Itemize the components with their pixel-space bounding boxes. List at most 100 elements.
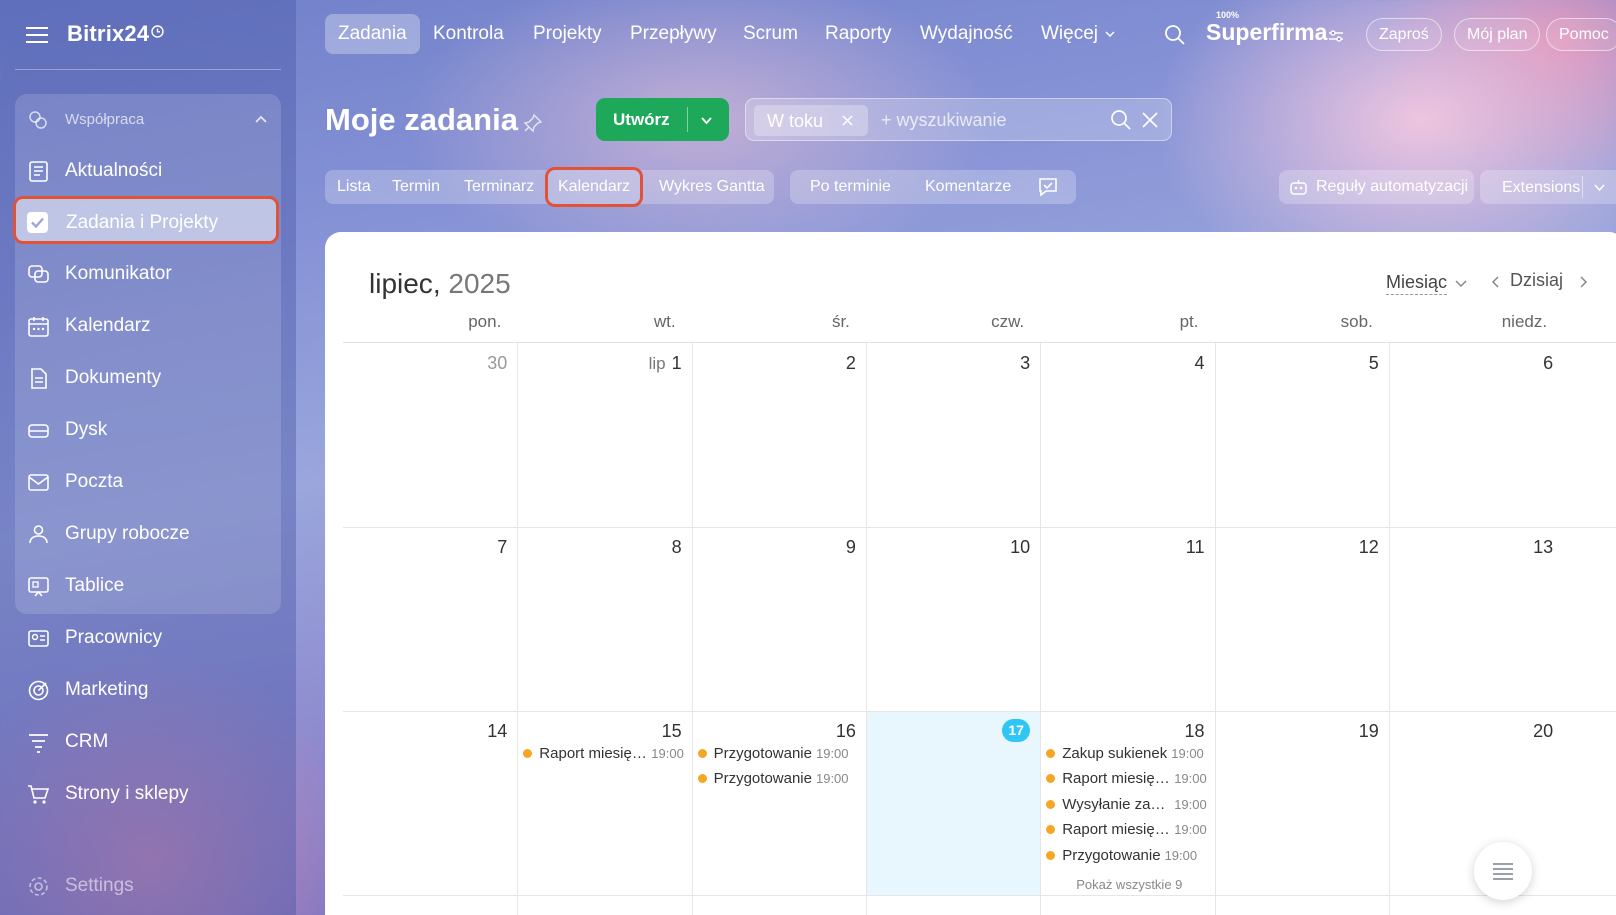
- hamburger-menu-icon[interactable]: [26, 25, 48, 45]
- day-number[interactable]: lip 1: [517, 353, 682, 374]
- tab-reports[interactable]: Raporty: [825, 14, 892, 54]
- sidebar-item-documents[interactable]: Dokumenty: [15, 354, 281, 402]
- comments-button[interactable]: Komentarze: [925, 170, 1011, 204]
- sidebar-item-employees[interactable]: Pracownicy: [15, 614, 281, 662]
- tab-flows[interactable]: Przepływy: [630, 14, 717, 54]
- day-number[interactable]: 13: [1389, 537, 1553, 558]
- filter-search-box[interactable]: W toku: [745, 98, 1172, 141]
- app-logo[interactable]: Bitrix24: [67, 21, 149, 47]
- event-time: 19:00: [1174, 822, 1207, 837]
- chevron-down-icon[interactable]: [699, 113, 714, 128]
- calendar-event[interactable]: Przygotowanie 19:00: [697, 742, 862, 764]
- event-time: 19:00: [1174, 796, 1207, 812]
- view-tab-list[interactable]: Lista: [337, 170, 371, 204]
- day-number[interactable]: 19: [1215, 721, 1379, 742]
- sidebar-item-marketing[interactable]: Marketing: [15, 666, 281, 714]
- view-tab-calendar[interactable]: Kalendarz: [545, 167, 644, 207]
- tab-more[interactable]: Więcej: [1041, 14, 1116, 54]
- calendar-event[interactable]: Raport miesięczny19:00: [523, 742, 687, 764]
- sidebar-item-settings[interactable]: Settings: [15, 862, 281, 910]
- invite-button[interactable]: Zaproś: [1366, 18, 1442, 51]
- day-number[interactable]: 18: [1040, 721, 1204, 742]
- chevron-right-icon[interactable]: [1576, 275, 1590, 289]
- sidebar-item-news[interactable]: Aktualności: [15, 147, 281, 195]
- calendar-event[interactable]: Zakup sukienek 19:00: [1046, 742, 1210, 764]
- view-tab-gantt[interactable]: Wykres Gantta: [659, 170, 765, 204]
- settings-sliders-icon[interactable]: [1327, 27, 1345, 45]
- chat-check-icon[interactable]: [1037, 176, 1059, 198]
- event-time: 19:00: [815, 745, 849, 761]
- day-number[interactable]: 14: [343, 721, 507, 742]
- day-number[interactable]: 2: [692, 353, 856, 374]
- event-title: Przygotowanie: [713, 770, 812, 787]
- day-number[interactable]: 16: [692, 721, 856, 742]
- week-divider: [343, 527, 1616, 528]
- day-number[interactable]: 30: [343, 353, 507, 374]
- calendar-event[interactable]: Wysyłanie zaproszeń19:00: [1046, 793, 1210, 815]
- filter-chip-in-progress[interactable]: W toku: [754, 105, 868, 136]
- sidebar-item-mail[interactable]: Poczta: [15, 458, 281, 506]
- day-number[interactable]: 9: [692, 537, 856, 558]
- day-number[interactable]: 15: [517, 721, 682, 742]
- day-number[interactable]: 11: [1040, 537, 1205, 558]
- day-divider: [1040, 343, 1042, 915]
- view-tab-deadline[interactable]: Termin: [392, 170, 440, 204]
- clear-icon[interactable]: [1141, 111, 1159, 129]
- sidebar-item-calendar[interactable]: Kalendarz: [15, 302, 281, 350]
- my-plan-button[interactable]: Mój plan: [1454, 18, 1541, 51]
- event-title: Raport miesięczny: [1062, 770, 1170, 787]
- day-number[interactable]: 7: [343, 537, 507, 558]
- day-number[interactable]: 20: [1389, 721, 1553, 742]
- sidebar-item-workgroups[interactable]: Grupy robocze: [15, 510, 281, 558]
- event-status-dot: [1046, 825, 1056, 834]
- today-badge[interactable]: 17: [1002, 719, 1031, 742]
- calendar-event[interactable]: Raport miesięczny19:00: [1046, 768, 1210, 790]
- calendar-event[interactable]: Raport miesięczny19:00: [1046, 819, 1210, 841]
- day-number[interactable]: 12: [1215, 537, 1379, 558]
- view-tab-planner[interactable]: Terminarz: [464, 170, 534, 204]
- day-number[interactable]: 4: [1040, 353, 1204, 374]
- view-mode-select[interactable]: Miesiąc: [1386, 272, 1448, 295]
- day-number[interactable]: 3: [866, 353, 1030, 374]
- disk-icon: [28, 424, 49, 438]
- pin-icon[interactable]: [523, 113, 543, 133]
- chevron-down-icon[interactable]: [1454, 276, 1468, 290]
- search-icon[interactable]: [1164, 24, 1186, 46]
- tab-projects[interactable]: Projekty: [533, 14, 602, 54]
- day-number[interactable]: 8: [517, 537, 682, 558]
- calendar-event[interactable]: Przygotowanie 19:00: [697, 768, 862, 790]
- chevron-up-icon[interactable]: [253, 112, 269, 128]
- chevron-left-icon[interactable]: [1489, 275, 1503, 289]
- sidebar-item-disk[interactable]: Dysk: [15, 406, 281, 454]
- list-toggle-button[interactable]: [1474, 842, 1532, 900]
- show-all-link[interactable]: Pokaż wszystkie 9: [1076, 877, 1182, 892]
- sidebar-item-crm[interactable]: CRM: [15, 718, 281, 766]
- sort-by-deadline-button[interactable]: Po terminie: [810, 170, 891, 204]
- help-button[interactable]: Pomoc: [1546, 18, 1616, 51]
- sidebar-item-messenger[interactable]: Komunikator: [15, 250, 281, 298]
- day-number[interactable]: 6: [1389, 353, 1553, 374]
- sidebar-item-boards[interactable]: Tablice: [15, 562, 281, 610]
- search-icon[interactable]: [1110, 109, 1132, 131]
- create-button[interactable]: Utwórz: [596, 98, 729, 141]
- sidebar-item-sites[interactable]: Strony i sklepy: [15, 770, 281, 818]
- automation-rules-button[interactable]: Reguły automatyzacji: [1279, 170, 1474, 204]
- calendar-event[interactable]: Przygotowanie 19:00: [1046, 844, 1210, 866]
- chevron-down-icon[interactable]: [1593, 181, 1606, 194]
- extensions-button[interactable]: Extensions: [1480, 170, 1616, 204]
- company-name[interactable]: Superfirma: [1206, 19, 1327, 46]
- group-header-collaboration[interactable]: Współpraca: [15, 99, 281, 141]
- today-button[interactable]: Dzisiaj: [1510, 270, 1563, 291]
- close-icon[interactable]: [841, 114, 854, 127]
- sidebar-divider: [15, 69, 281, 70]
- tab-control[interactable]: Kontrola: [433, 14, 504, 54]
- sidebar-item-tasks[interactable]: Zadania i Projekty: [13, 196, 279, 244]
- tab-efficiency[interactable]: Wydajność: [920, 14, 1013, 54]
- day-number[interactable]: 5: [1215, 353, 1379, 374]
- search-input[interactable]: [871, 105, 1101, 136]
- tab-tasks[interactable]: Zadania: [325, 14, 420, 54]
- tab-scrum[interactable]: Scrum: [743, 14, 798, 54]
- day-number[interactable]: 10: [866, 537, 1030, 558]
- event-time: 19:00: [1171, 745, 1204, 761]
- group-label: Współpraca: [65, 111, 145, 128]
